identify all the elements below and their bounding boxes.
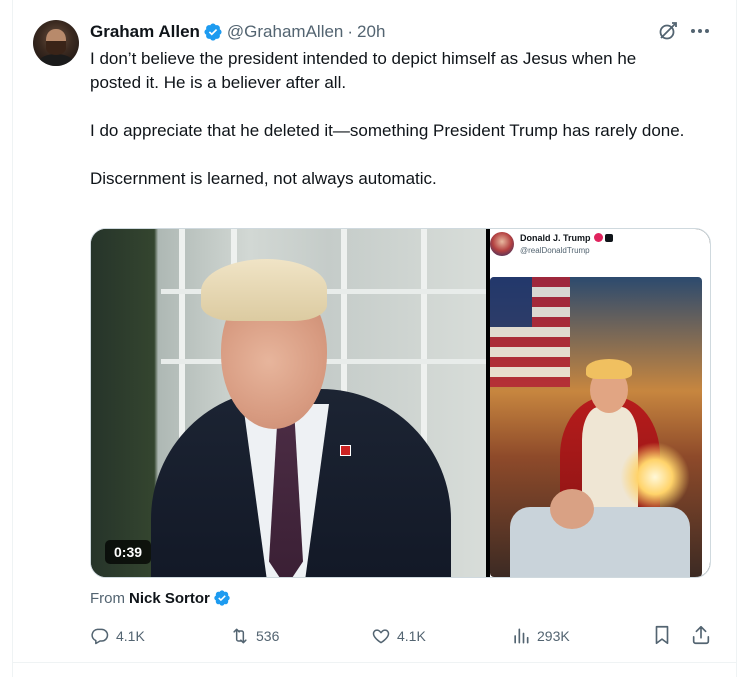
embedded-post-image (490, 277, 702, 577)
repost-icon (233, 628, 247, 644)
attribution-name[interactable]: Nick Sortor (129, 590, 210, 607)
timeline-right-border (736, 0, 737, 677)
author-display-name[interactable]: Graham Allen (90, 22, 200, 42)
verified-badge-icon (214, 590, 230, 606)
embedded-verified-icon (593, 233, 603, 242)
more-icon[interactable] (688, 19, 712, 43)
action-bar: 4.1K 536 4.1K 293K (90, 624, 715, 648)
tweet-text: I don’t believe the president intended t… (90, 47, 690, 191)
embedded-post-avatar (490, 232, 514, 256)
tweet-paragraph: I do appreciate that he deleted it—somet… (90, 121, 685, 140)
share-icon[interactable] (690, 624, 712, 646)
video-duration: 0:39 (105, 540, 152, 564)
reply-button[interactable]: 4.1K (90, 624, 145, 648)
embedded-post-screenshot: Donald J. Trump @realDonaldTrump (490, 229, 710, 577)
verified-badge-icon[interactable] (203, 22, 223, 42)
repost-count: 536 (256, 628, 280, 644)
like-count: 4.1K (397, 628, 426, 644)
grok-icon[interactable] (656, 19, 680, 43)
views-count: 293K (537, 628, 570, 644)
reply-count: 4.1K (116, 628, 145, 644)
flag-pin (340, 445, 351, 456)
tweet-header: Graham Allen @GrahamAllen · 20h (90, 21, 385, 43)
embedded-post-handle: @realDonaldTrump (520, 246, 590, 255)
tweet-paragraph: Discernment is learned, not always autom… (90, 169, 437, 188)
embedded-affiliate-icon (604, 234, 613, 242)
views-button[interactable]: 293K (511, 624, 570, 648)
views-chart-icon (514, 628, 529, 644)
timeline-left-border (12, 0, 13, 677)
attribution-prefix: From (90, 589, 125, 607)
video-player[interactable]: 0:39 Donald J. Trump @realDonaldTrump (90, 228, 711, 578)
avatar[interactable] (33, 20, 79, 66)
bookmark-icon[interactable] (651, 624, 673, 646)
embedded-post-name: Donald J. Trump (520, 233, 591, 243)
like-button[interactable]: 4.1K (371, 624, 426, 648)
heart-icon (372, 629, 390, 644)
author-handle[interactable]: @GrahamAllen (227, 22, 343, 42)
repost-button[interactable]: 536 (230, 624, 279, 648)
video-frame[interactable]: 0:39 (91, 229, 486, 577)
reply-icon (91, 628, 109, 645)
tweet-divider (12, 662, 737, 663)
tweet-paragraph: I don’t believe the president intended t… (90, 49, 637, 92)
separator-dot: · (347, 22, 354, 41)
video-attribution: From Nick Sortor (90, 589, 231, 607)
timestamp[interactable]: 20h (357, 22, 385, 42)
